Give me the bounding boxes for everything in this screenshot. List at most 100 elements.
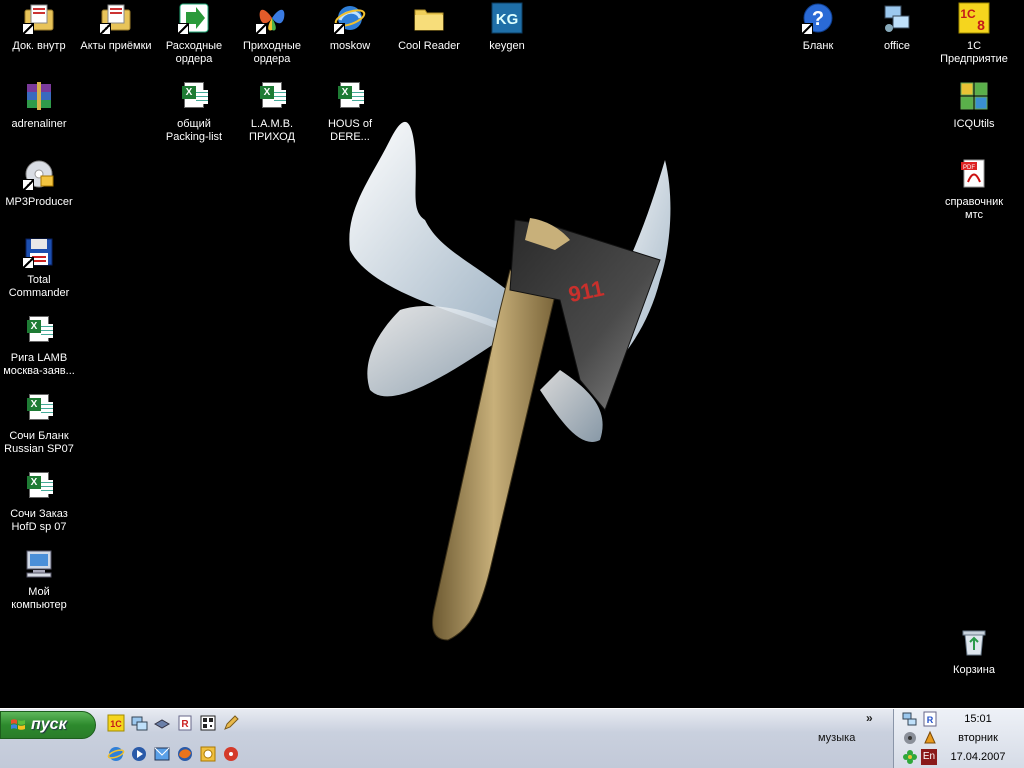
butterfly-icon xyxy=(255,2,288,35)
start-label: пуск xyxy=(31,716,67,733)
clock-date: 17.04.2007 xyxy=(950,751,1006,763)
clock-app-quicklaunch-icon[interactable] xyxy=(199,745,217,763)
icon-label: Cool Reader xyxy=(398,40,460,52)
winged-axe-wallpaper: 911 xyxy=(349,121,671,641)
icon-label: общий Packing-list xyxy=(165,118,223,143)
icqutils-puzzle-icon xyxy=(958,80,990,112)
my-computer-icon xyxy=(23,548,55,580)
outlook-express-quicklaunch-icon[interactable] xyxy=(153,745,171,763)
word-quicklaunch-icon[interactable]: R xyxy=(176,714,194,732)
icon-label: Сочи Бланк Russian SP07 xyxy=(4,430,74,455)
svg-text:1С: 1С xyxy=(110,719,122,729)
network-connection-icon[interactable] xyxy=(902,711,918,727)
desktop: 911 Док. внутр Акты приёмки Расходные ор… xyxy=(0,0,1024,708)
svg-text:R: R xyxy=(927,715,934,725)
desktop-icon-spravochnik-mts[interactable]: PDF справочник мтс xyxy=(936,158,1012,222)
icon-label: HOUS of DERE... xyxy=(327,118,372,143)
scanner-quicklaunch-icon[interactable] xyxy=(153,714,171,732)
desktop-icon-adrenaliner[interactable]: adrenaliner xyxy=(1,80,77,131)
folder-documents-icon xyxy=(22,2,55,35)
firefox-quicklaunch-icon[interactable] xyxy=(176,745,194,763)
svg-text:8: 8 xyxy=(977,17,985,33)
cd-music-icon xyxy=(22,158,55,191)
excel-file-icon: X xyxy=(256,80,288,112)
desktop-icon-blank[interactable]: ? Бланк xyxy=(780,2,856,53)
green-arrow-icon xyxy=(177,2,210,35)
icq-flower-tray-icon[interactable] xyxy=(902,749,918,765)
winrar-archive-icon xyxy=(23,80,55,112)
desktop-icon-cool-reader[interactable]: Cool Reader xyxy=(391,2,467,53)
start-button[interactable]: пуск xyxy=(0,711,96,739)
desktop-icon-keygen[interactable]: KG keygen xyxy=(469,2,545,53)
excel-file-icon: X xyxy=(178,80,210,112)
desktop-icon-rashodnye-ordera[interactable]: Расходные ордера xyxy=(156,2,232,66)
desktop-icon-mp3producer[interactable]: MP3Producer xyxy=(1,158,77,209)
desktop-icon-dok-vnutr[interactable]: Док. внутр xyxy=(1,2,77,53)
1c-quicklaunch-icon[interactable]: 1С xyxy=(107,714,125,732)
qr-app-quicklaunch-icon[interactable] xyxy=(199,714,217,732)
volume-tray-icon[interactable] xyxy=(902,730,918,746)
icon-label: Расходные ордера xyxy=(165,40,223,65)
desktop-icon-sochi-blank[interactable]: X Сочи Бланк Russian SP07 xyxy=(1,392,77,456)
clock-day: вторник xyxy=(958,732,998,744)
desktop-icon-prihodnye-ordera[interactable]: Приходные ордера xyxy=(234,2,310,66)
excel-file-icon: X xyxy=(23,470,55,502)
recycle-bin-icon xyxy=(958,626,990,658)
toolbar-chevron-button[interactable]: » xyxy=(866,711,873,725)
desktop-icon-riga-lamb[interactable]: X Рига LAMB москва-заяв... xyxy=(1,314,77,378)
icon-label: office xyxy=(883,40,911,52)
folder-icon xyxy=(413,2,445,34)
desktop-icon-recycle-bin[interactable]: Корзина xyxy=(936,626,1012,677)
icon-label: Мой компьютер xyxy=(11,586,67,611)
pencil-quicklaunch-icon[interactable] xyxy=(222,714,240,732)
keygen-icon: KG xyxy=(491,2,523,34)
desktop-icon-hous-of-dere[interactable]: X HOUS of DERE... xyxy=(312,80,388,144)
windows-flag-icon xyxy=(11,719,25,730)
icon-label: L.A.M.B. ПРИХОД xyxy=(249,118,295,143)
antivirus-tray-icon[interactable] xyxy=(922,730,938,746)
disc-burner-quicklaunch-icon[interactable] xyxy=(222,745,240,763)
desktop-icon-obshchiy-packing-list[interactable]: X общий Packing-list xyxy=(156,80,232,144)
desktop-icon-moskow[interactable]: moskow xyxy=(312,2,388,53)
clock-time[interactable]: 15:01 xyxy=(948,713,1008,725)
network-quicklaunch-icon[interactable] xyxy=(130,714,148,732)
desktop-icon-lamb-prihod[interactable]: X L.A.M.B. ПРИХОД xyxy=(234,80,310,144)
icon-label: Рига LAMB москва-заяв... xyxy=(3,352,75,377)
taskbar: пуск 1С R » музыка R En 15:01 вторник 17… xyxy=(0,708,1024,768)
floppy-disk-icon xyxy=(22,236,55,269)
icon-label: Приходные ордера xyxy=(243,40,301,65)
icon-label: MP3Producer xyxy=(5,196,73,208)
ie-quicklaunch-icon[interactable] xyxy=(107,745,125,763)
icon-label: 1С Предприятие xyxy=(940,40,1008,65)
icon-label: Сочи Заказ HofD sp 07 xyxy=(10,508,68,533)
excel-file-icon: X xyxy=(23,314,55,346)
icon-label: adrenaliner xyxy=(11,118,67,130)
desktop-icon-1c[interactable]: 1С 8 1С Предприятие xyxy=(936,2,1012,66)
icon-label: справочник мтс xyxy=(944,196,1004,221)
icon-label: Акты приёмки xyxy=(80,40,152,52)
desktop-icon-total-commander[interactable]: Total Commander xyxy=(1,236,77,300)
svg-text:?: ? xyxy=(812,8,824,30)
desktop-icon-my-computer[interactable]: Мой компьютер xyxy=(1,548,77,612)
icon-label: Док. внутр xyxy=(12,40,66,52)
folder-documents-icon xyxy=(99,2,132,35)
help-question-icon: ? xyxy=(801,2,834,35)
1c-enterprise-icon: 1С 8 xyxy=(958,2,990,34)
desktop-icon-office[interactable]: office xyxy=(859,2,935,53)
network-computers-icon xyxy=(881,2,913,34)
desktop-icon-sochi-zakaz[interactable]: X Сочи Заказ HofD sp 07 xyxy=(1,470,77,534)
desktop-icon-akty-priemki[interactable]: Акты приёмки xyxy=(78,2,154,53)
internet-explorer-icon xyxy=(333,2,366,35)
excel-file-icon: X xyxy=(23,392,55,424)
media-player-quicklaunch-icon[interactable] xyxy=(130,745,148,763)
svg-text:PDF: PDF xyxy=(963,165,975,171)
pdf-file-icon: PDF xyxy=(958,158,990,190)
svg-text:1С: 1С xyxy=(960,7,976,21)
music-toolbar-label[interactable]: музыка xyxy=(818,732,855,744)
language-indicator[interactable]: En xyxy=(921,749,937,765)
word-tray-icon[interactable]: R xyxy=(922,711,938,727)
icon-label: Корзина xyxy=(953,664,995,676)
left-wing xyxy=(349,121,520,331)
desktop-icon-icqutils[interactable]: ICQUtils xyxy=(936,80,1012,131)
icon-label: Total Commander xyxy=(8,274,70,299)
